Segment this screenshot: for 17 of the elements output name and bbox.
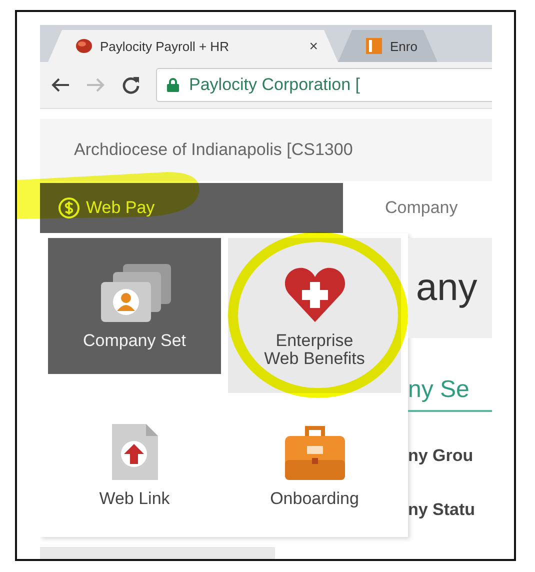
menu-tile[interactable]: Company Set	[48, 238, 221, 374]
back-icon[interactable]	[50, 77, 70, 93]
reload-icon[interactable]	[122, 76, 140, 94]
field-label: ny Statu	[408, 500, 476, 520]
close-icon[interactable]: ×	[309, 38, 318, 54]
page-title: any	[408, 238, 492, 338]
lock-icon	[167, 78, 179, 92]
site-icon	[366, 38, 382, 54]
field-label: ny Grou	[408, 446, 474, 466]
document-upload-icon	[110, 422, 160, 482]
section-heading: ny Se	[408, 376, 492, 412]
browser-tab[interactable]: Paylocity Payroll + HR ×	[48, 30, 338, 62]
address-field[interactable]: Paylocity Corporation [	[156, 68, 492, 102]
browser-tab[interactable]: Enro	[338, 30, 438, 62]
nav-tab[interactable]: Company	[385, 198, 458, 218]
site-icon	[76, 39, 92, 53]
company-name: Archdiocese of Indianapolis [CS1300	[40, 119, 492, 181]
